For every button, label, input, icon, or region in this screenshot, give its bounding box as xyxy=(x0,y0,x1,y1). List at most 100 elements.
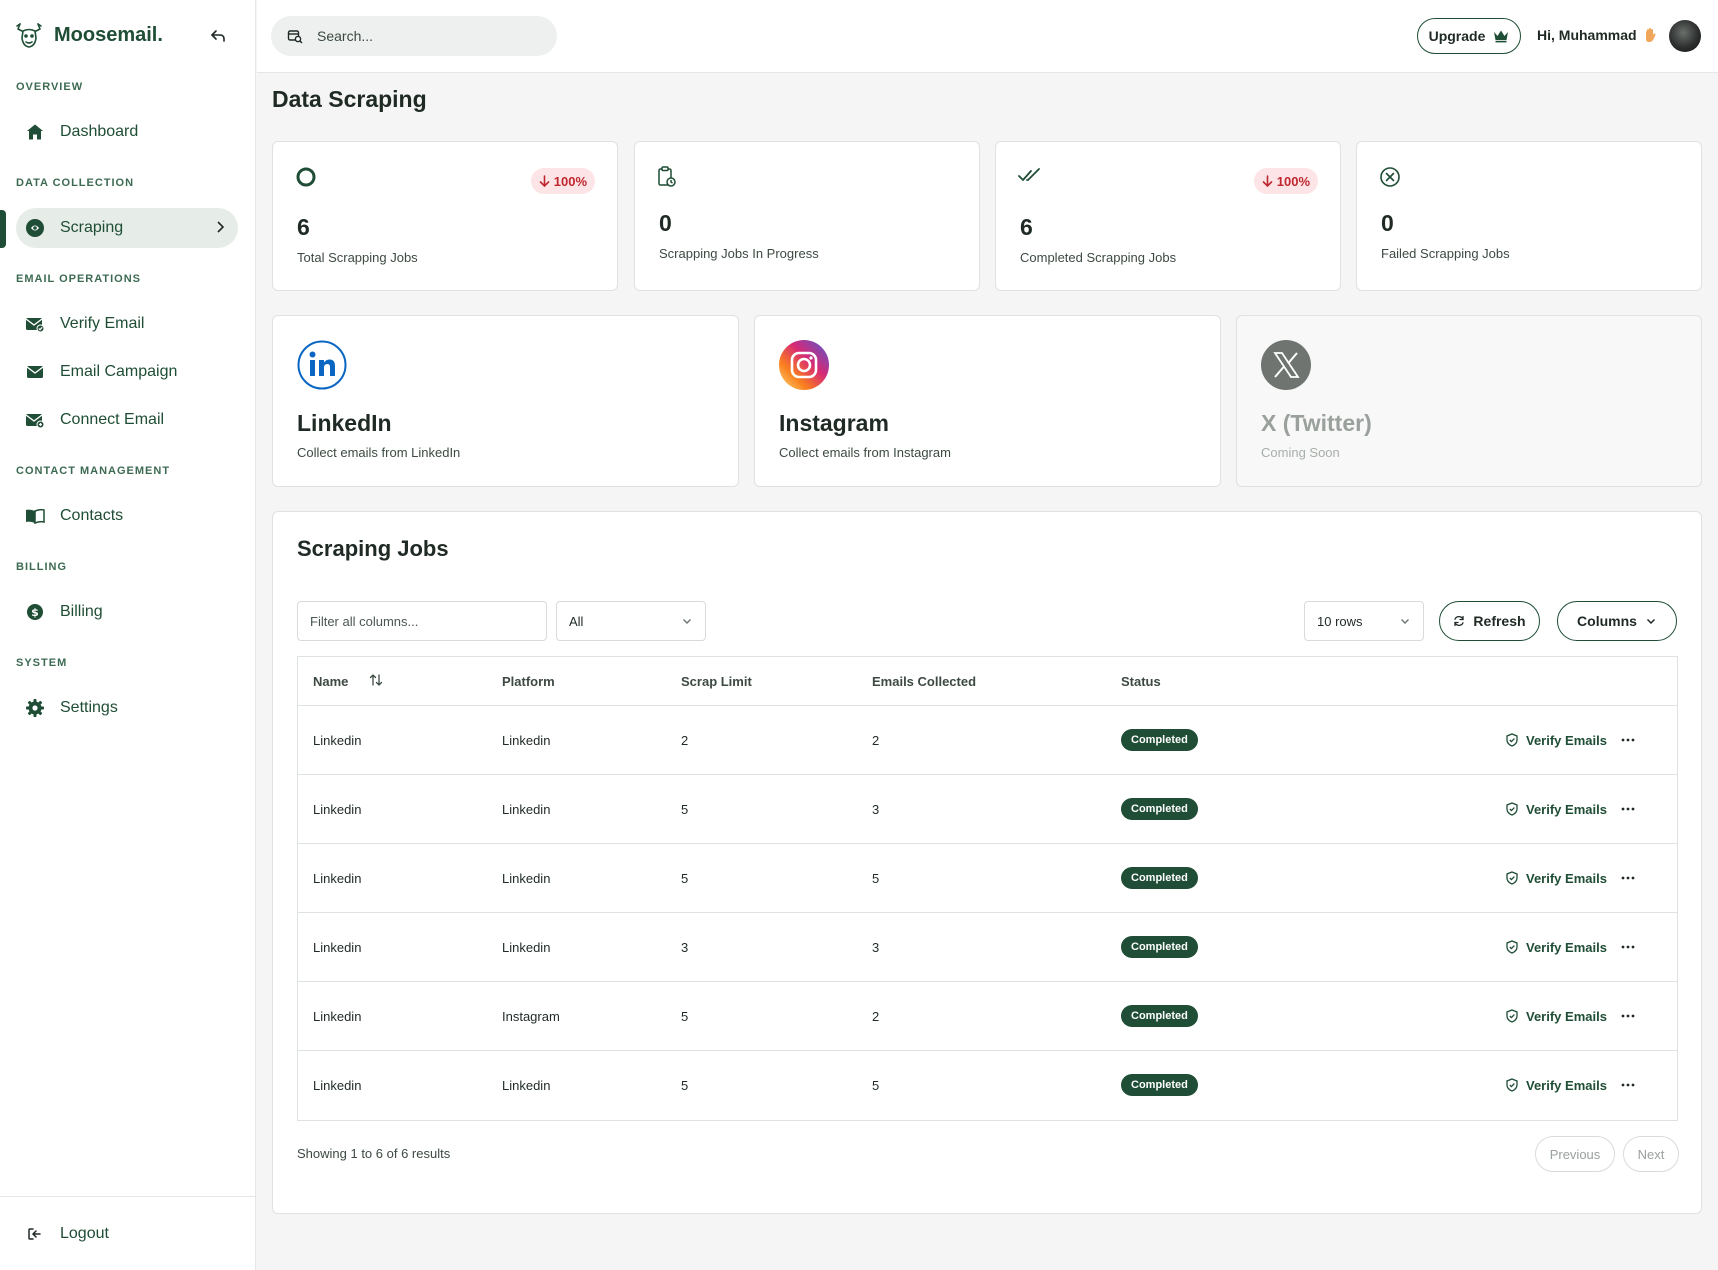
stat-label: Total Scrapping Jobs xyxy=(297,250,418,265)
refresh-button[interactable]: Refresh xyxy=(1439,601,1540,641)
trend-badge: 100% xyxy=(1253,168,1318,194)
refresh-label: Refresh xyxy=(1473,613,1526,629)
cell-platform: Linkedin xyxy=(502,1078,551,1093)
sidebar-item-billing[interactable]: $ Billing xyxy=(16,592,238,632)
jobs-table: Name Platform Scrap Limit Emails Collect… xyxy=(297,656,1678,1121)
page-title: Data Scraping xyxy=(272,86,427,112)
shield-check-icon xyxy=(1506,802,1518,816)
platform-card-instagram[interactable]: Instagram Collect emails from Instagram xyxy=(754,315,1221,487)
upgrade-button[interactable]: Upgrade xyxy=(1417,18,1521,54)
table-row: Linkedin Linkedin 5 5 Completed Verify E… xyxy=(298,844,1677,913)
previous-page-button[interactable]: Previous xyxy=(1535,1136,1615,1172)
next-page-button[interactable]: Next xyxy=(1623,1136,1679,1172)
more-actions-icon[interactable] xyxy=(1616,797,1640,821)
cell-platform: Instagram xyxy=(502,1009,560,1024)
cell-emails-collected: 3 xyxy=(872,802,880,817)
more-actions-icon[interactable] xyxy=(1616,728,1640,752)
column-header-name[interactable]: Name xyxy=(313,674,348,689)
platform-desc: Collect emails from Instagram xyxy=(779,445,951,460)
verify-emails-button[interactable]: Verify Emails xyxy=(1506,728,1607,752)
sidebar-item-dashboard[interactable]: Dashboard xyxy=(16,112,238,152)
cell-platform: Linkedin xyxy=(502,871,551,886)
double-check-icon xyxy=(1018,166,1042,184)
sidebar-item-email-campaign[interactable]: Email Campaign xyxy=(16,352,238,392)
cell-scrap-limit: 5 xyxy=(681,871,689,886)
shield-check-icon xyxy=(1506,733,1518,747)
cell-emails-collected: 5 xyxy=(872,871,880,886)
shield-check-icon xyxy=(1506,940,1518,954)
search-input[interactable] xyxy=(317,28,537,44)
status-filter-select[interactable]: All xyxy=(556,601,706,641)
platform-card-twitter: X (Twitter) Coming Soon xyxy=(1236,315,1702,487)
collapse-sidebar-icon[interactable] xyxy=(208,26,228,46)
status-badge: Completed xyxy=(1121,1005,1198,1027)
circle-icon xyxy=(295,166,317,188)
svg-text:$: $ xyxy=(31,606,39,619)
sidebar-item-label: Billing xyxy=(60,603,103,620)
section-billing: BILLING xyxy=(16,561,67,573)
moose-logo-icon xyxy=(14,20,44,50)
sidebar-item-label: Connect Email xyxy=(60,411,165,428)
sidebar-divider xyxy=(0,1196,256,1197)
rows-per-page-select[interactable]: 10 rows xyxy=(1304,601,1424,641)
verify-emails-button[interactable]: Verify Emails xyxy=(1506,797,1607,821)
search-bar[interactable] xyxy=(271,16,557,56)
chevron-down-icon xyxy=(1399,615,1411,627)
more-actions-icon[interactable] xyxy=(1616,866,1640,890)
column-header-scrap-limit[interactable]: Scrap Limit xyxy=(681,674,752,689)
pagination-summary: Showing 1 to 6 of 6 results xyxy=(297,1146,451,1161)
verify-emails-button[interactable]: Verify Emails xyxy=(1506,1073,1607,1097)
chevron-right-icon xyxy=(212,219,228,235)
dollar-icon: $ xyxy=(24,601,46,623)
greeting-text: Hi, Muhammad xyxy=(1537,27,1637,43)
section-data-collection: DATA COLLECTION xyxy=(16,177,135,189)
platform-desc: Collect emails from LinkedIn xyxy=(297,445,461,460)
more-actions-icon[interactable] xyxy=(1616,935,1640,959)
stat-label: Failed Scrapping Jobs xyxy=(1381,246,1510,261)
column-header-platform[interactable]: Platform xyxy=(502,674,555,689)
sidebar-item-contacts[interactable]: Contacts xyxy=(16,496,238,536)
logout-button[interactable]: Logout xyxy=(16,1214,238,1254)
shield-check-icon xyxy=(1506,1078,1518,1092)
more-actions-icon[interactable] xyxy=(1616,1073,1640,1097)
sidebar-item-verify-email[interactable]: Verify Email xyxy=(16,304,238,344)
sidebar-item-label: Email Campaign xyxy=(60,363,178,380)
column-header-emails-collected[interactable]: Emails Collected xyxy=(872,674,976,689)
mail-icon xyxy=(24,361,46,383)
cell-scrap-limit: 5 xyxy=(681,802,689,817)
cell-name: Linkedin xyxy=(313,1078,362,1093)
more-actions-icon[interactable] xyxy=(1616,1004,1640,1028)
book-icon xyxy=(24,505,46,527)
brand[interactable]: Moosemail. xyxy=(14,18,163,52)
table-row: Linkedin Linkedin 5 3 Completed Verify E… xyxy=(298,775,1677,844)
sidebar-item-scraping[interactable]: Scraping xyxy=(16,208,238,248)
column-header-status[interactable]: Status xyxy=(1121,674,1161,689)
instagram-icon xyxy=(779,340,829,390)
cell-name: Linkedin xyxy=(313,733,362,748)
platform-card-linkedin[interactable]: LinkedIn Collect emails from LinkedIn xyxy=(272,315,739,487)
table-row: Linkedin Linkedin 3 3 Completed Verify E… xyxy=(298,913,1677,982)
section-contact-management: CONTACT MANAGEMENT xyxy=(16,465,171,477)
status-badge: Completed xyxy=(1121,729,1198,751)
stat-value: 6 xyxy=(1020,214,1033,240)
filter-input[interactable] xyxy=(297,601,547,641)
sidebar-item-settings[interactable]: Settings xyxy=(16,688,238,728)
cell-platform: Linkedin xyxy=(502,802,551,817)
scraping-icon xyxy=(24,217,46,239)
sort-icon[interactable] xyxy=(368,672,384,688)
sidebar-item-connect-email[interactable]: Connect Email xyxy=(16,400,238,440)
columns-button[interactable]: Columns xyxy=(1557,601,1677,641)
sidebar-item-label: Settings xyxy=(60,699,118,716)
top-header: Upgrade Hi, Muhammad xyxy=(257,0,1718,73)
cell-platform: Linkedin xyxy=(502,733,551,748)
sidebar: Moosemail. OVERVIEW Dashboard DATA COLLE… xyxy=(0,0,256,1270)
sidebar-item-label: Scraping xyxy=(60,219,124,236)
verify-emails-button[interactable]: Verify Emails xyxy=(1506,1004,1607,1028)
refresh-icon xyxy=(1453,615,1465,627)
verify-emails-button[interactable]: Verify Emails xyxy=(1506,866,1607,890)
verify-emails-button[interactable]: Verify Emails xyxy=(1506,935,1607,959)
clipboard-clock-icon xyxy=(657,166,677,188)
search-icon xyxy=(287,28,303,44)
cell-scrap-limit: 2 xyxy=(681,733,689,748)
avatar[interactable] xyxy=(1669,20,1701,52)
